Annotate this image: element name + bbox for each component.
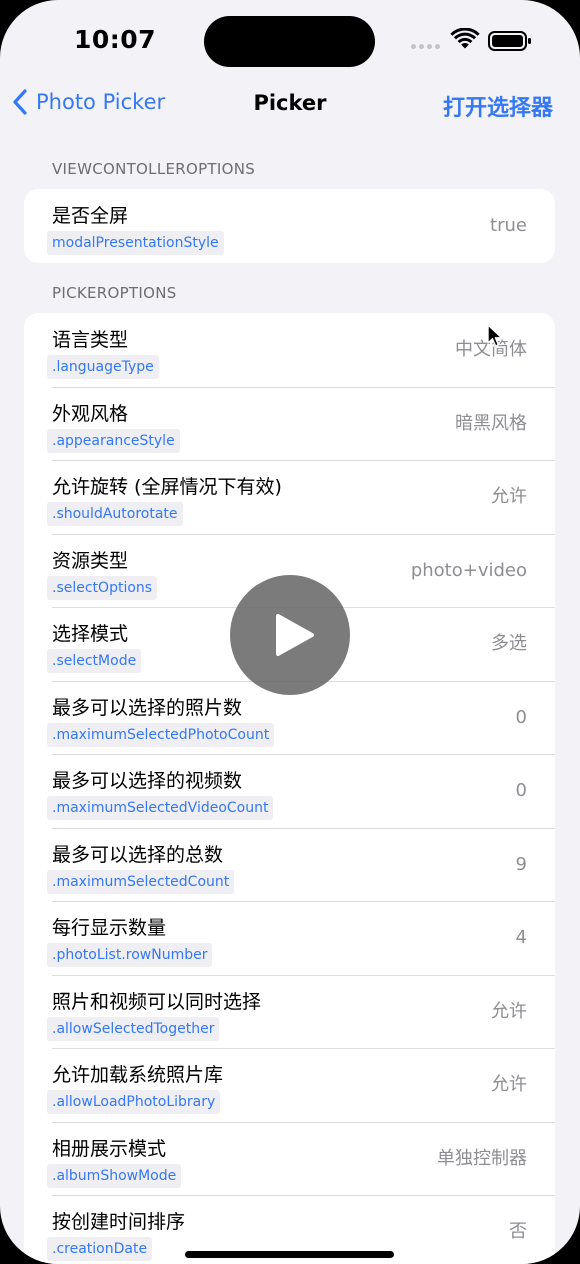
row-value: 允许 bbox=[491, 1074, 527, 1095]
row-value: 否 bbox=[509, 1221, 527, 1242]
row-value: 9 bbox=[515, 853, 527, 875]
row-property-tag: .maximumSelectedPhotoCount bbox=[47, 722, 275, 747]
open-picker-button[interactable]: 打开选择器 bbox=[443, 90, 553, 122]
row-property-tag: .shouldAutorotate bbox=[47, 502, 183, 526]
row-title: 选择模式 bbox=[52, 623, 129, 645]
row-property-tag: .maximumSelectedVideoCount bbox=[47, 796, 274, 820]
row-property-tag: .allowLoadPhotoLibrary bbox=[47, 1090, 221, 1114]
row-title: 最多可以选择的照片数 bbox=[52, 696, 243, 719]
list-item[interactable]: 照片和视频可以同时选择 .allowSelectedTogether 允许 bbox=[24, 974, 555, 1049]
row-property-tag: .appearanceStyle bbox=[47, 428, 180, 453]
picker-options-card: 语言类型 .languageType 中文简体 外观风格 .appearance… bbox=[24, 313, 555, 1264]
row-value: true bbox=[490, 215, 527, 236]
mouse-cursor-icon bbox=[487, 324, 503, 352]
row-value: 暗黑风格 bbox=[455, 412, 527, 434]
status-time: 10:07 bbox=[74, 25, 157, 54]
row-title: 相册展示模式 bbox=[52, 1137, 167, 1160]
list-item[interactable]: 外观风格 .appearanceStyle 暗黑风格 bbox=[24, 386, 555, 461]
dynamic-island bbox=[204, 16, 375, 67]
row-property-tag: .photoList.rowNumber bbox=[47, 943, 213, 967]
row-value: 4 bbox=[515, 927, 527, 948]
list-item[interactable]: 最多可以选择的总数 .maximumSelectedCount 9 bbox=[24, 827, 555, 902]
row-property-tag: .creationDate bbox=[47, 1237, 153, 1261]
phone-screen: 10:07 Photo Picker Picker 打开选择器 VIEWCONT… bbox=[0, 0, 580, 1264]
row-title: 允许旋转 (全屏情况下有效) bbox=[52, 476, 282, 498]
play-button[interactable] bbox=[230, 575, 350, 695]
row-value: 允许 bbox=[491, 1000, 527, 1022]
wifi-icon bbox=[450, 27, 480, 54]
row-title: 照片和视频可以同时选择 bbox=[52, 990, 262, 1013]
row-title: 允许加载系统照片库 bbox=[52, 1064, 224, 1086]
list-item[interactable]: 每行显示数量 .photoList.rowNumber 4 bbox=[24, 901, 555, 975]
row-value: 多选 bbox=[491, 633, 527, 654]
row-title: 资源类型 bbox=[52, 549, 129, 572]
row-value: 允许 bbox=[491, 486, 527, 507]
row-title: 语言类型 bbox=[52, 329, 129, 351]
row-property-tag: .selectMode bbox=[47, 649, 142, 673]
row-value: photo+video bbox=[410, 559, 527, 581]
row-value: 0 bbox=[515, 780, 527, 801]
row-property-tag: .languageType bbox=[47, 355, 159, 379]
viewcontroller-options-card: 是否全屏 modalPresentationStyle true bbox=[24, 189, 555, 263]
battery-icon bbox=[488, 31, 532, 55]
list-item[interactable]: 允许旋转 (全屏情况下有效) .shouldAutorotate 允许 bbox=[24, 460, 555, 534]
section-header-picker: PICKEROPTIONS bbox=[52, 284, 177, 302]
row-property-tag: .albumShowMode bbox=[47, 1163, 182, 1188]
list-item[interactable]: 语言类型 .languageType 中文简体 bbox=[24, 313, 555, 387]
row-title: 最多可以选择的总数 bbox=[52, 843, 224, 866]
row-title: 最多可以选择的视频数 bbox=[52, 770, 243, 792]
list-item[interactable]: 相册展示模式 .albumShowMode 单独控制器 bbox=[24, 1121, 555, 1196]
row-title: 按创建时间排序 bbox=[52, 1211, 186, 1233]
row-title: 外观风格 bbox=[52, 402, 129, 425]
cellular-signal-icon bbox=[411, 44, 440, 49]
list-item[interactable]: 是否全屏 modalPresentationStyle true bbox=[24, 189, 555, 263]
row-title: 每行显示数量 bbox=[52, 917, 167, 939]
home-indicator[interactable] bbox=[185, 1251, 394, 1258]
list-item[interactable]: 允许加载系统照片库 .allowLoadPhotoLibrary 允许 bbox=[24, 1048, 555, 1122]
row-property-tag: .allowSelectedTogether bbox=[47, 1016, 220, 1041]
row-property-tag: .selectOptions bbox=[47, 575, 158, 600]
list-item[interactable]: 最多可以选择的视频数 .maximumSelectedVideoCount 0 bbox=[24, 754, 555, 828]
row-property-tag: .maximumSelectedCount bbox=[47, 869, 235, 894]
row-value: 单独控制器 bbox=[437, 1147, 527, 1169]
section-header-viewcontroller: VIEWCONTOLLEROPTIONS bbox=[52, 160, 256, 178]
row-property-tag: modalPresentationStyle bbox=[47, 231, 224, 255]
row-value: 0 bbox=[515, 706, 527, 728]
row-title: 是否全屏 bbox=[52, 205, 129, 227]
play-icon bbox=[276, 614, 314, 656]
